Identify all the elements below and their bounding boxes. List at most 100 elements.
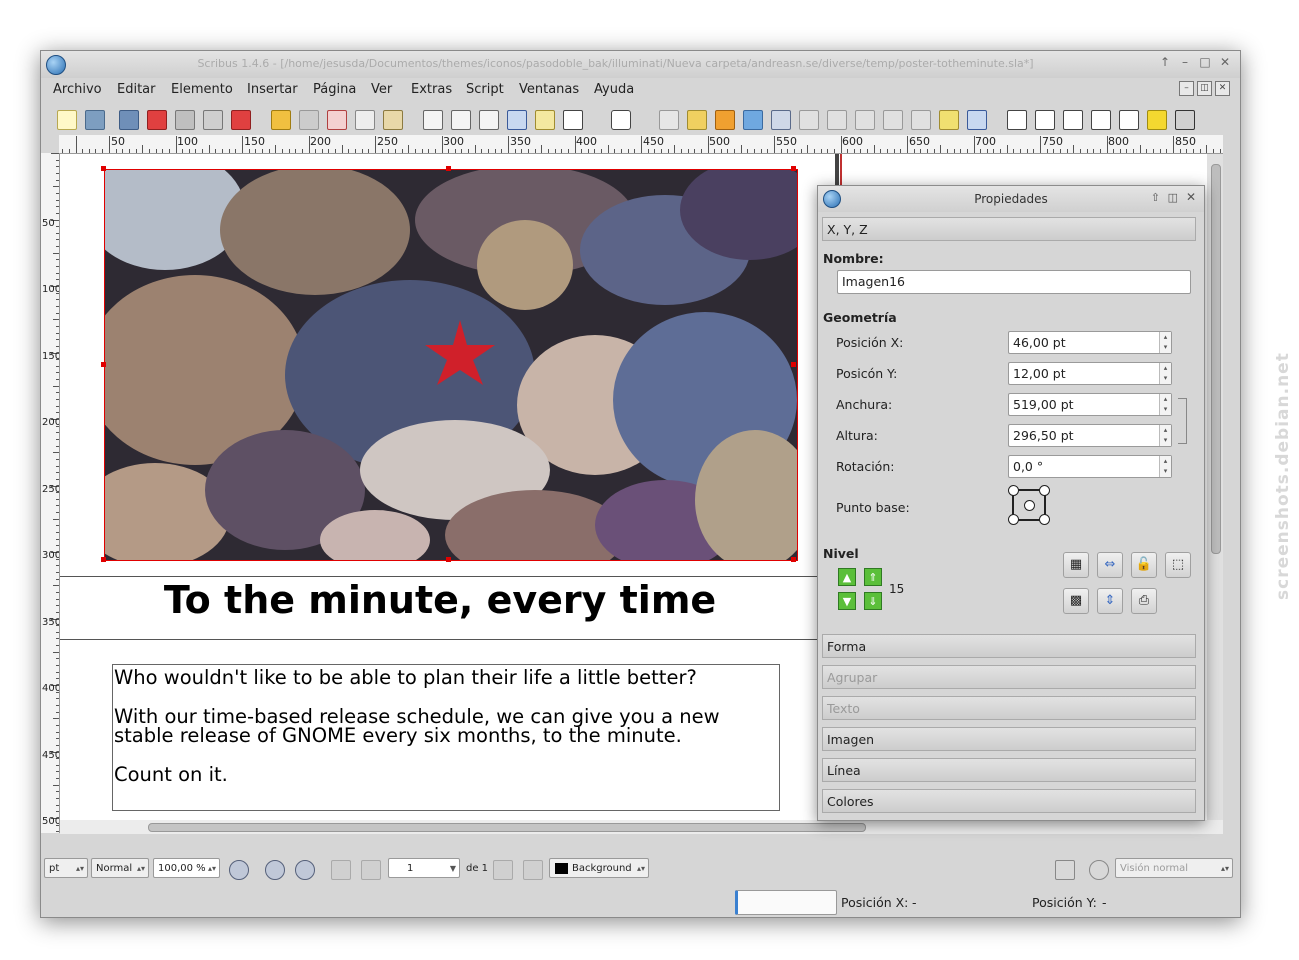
spin-arrows-icon[interactable]: ▴ ▾ [1159, 456, 1171, 477]
lower-level-icon[interactable]: ▼ [838, 592, 856, 610]
resize-handle[interactable] [791, 557, 796, 562]
flip-vertical-icon[interactable]: ⇕ [1097, 588, 1123, 614]
lock-icon[interactable]: 🔓 [1131, 552, 1157, 578]
menu-ayuda[interactable]: Ayuda [594, 82, 634, 97]
resize-handle[interactable] [446, 557, 451, 562]
section-forma[interactable]: Forma [822, 634, 1196, 658]
unlink-frames-icon[interactable] [883, 110, 903, 130]
select-tool-icon[interactable] [423, 110, 443, 130]
freehand-icon[interactable] [715, 110, 735, 130]
unit-select[interactable]: pt ▴▾ [44, 858, 88, 878]
eyedropper-icon[interactable] [967, 110, 987, 130]
horizontal-scroll-thumb[interactable] [148, 823, 866, 832]
palette-close-icon[interactable]: ✕ [1186, 190, 1196, 204]
body-text-frame[interactable]: Who wouldn't like to be able to plan the… [112, 664, 780, 811]
link-frames-icon[interactable] [855, 110, 875, 130]
measure-icon[interactable] [911, 110, 931, 130]
text-flow-contour-icon[interactable]: ▩ [1063, 588, 1089, 614]
keep-ratio-chain-icon[interactable] [1178, 398, 1187, 444]
lock-size-icon[interactable]: ⬚ [1165, 552, 1191, 578]
zoom-100-icon[interactable] [265, 860, 285, 880]
menu-pagina[interactable]: Página [313, 82, 356, 97]
menu-ventanas[interactable]: Ventanas [519, 82, 579, 97]
resize-handle[interactable] [101, 166, 106, 171]
base-point-bottom-right[interactable] [1039, 514, 1050, 525]
send-to-back-icon[interactable]: ⇓ [864, 592, 882, 610]
pdf-button-icon[interactable] [1007, 110, 1027, 130]
zoom-input[interactable]: 100,00 % ▴▾ [153, 858, 220, 878]
preview-mode-icon[interactable] [1089, 860, 1109, 880]
edit-text-icon[interactable] [827, 110, 847, 130]
base-point-selector[interactable] [1008, 485, 1050, 525]
headline-text[interactable]: To the minute, every time [60, 578, 820, 622]
zoom-in-icon[interactable] [295, 860, 315, 880]
menu-ver[interactable]: Ver [371, 82, 392, 97]
copy-properties-icon[interactable] [939, 110, 959, 130]
previous-page-icon[interactable] [361, 860, 381, 880]
tab-xyz[interactable]: X, Y, Z [822, 217, 1196, 241]
menu-extras[interactable]: Extras [411, 82, 452, 97]
text-flow-icon[interactable]: ▦ [1063, 552, 1089, 578]
pdf-listbox-icon[interactable] [1119, 110, 1139, 130]
mdi-close-button[interactable]: ✕ [1215, 81, 1230, 96]
title-bar[interactable]: Scribus 1.4.6 - [/home/jesusda/Documento… [41, 51, 1240, 78]
menu-insertar[interactable]: Insertar [247, 82, 298, 97]
last-page-icon[interactable] [523, 860, 543, 880]
base-point-center[interactable] [1024, 500, 1035, 511]
palette-float-icon[interactable]: ◫ [1168, 191, 1178, 204]
image-frame-rocks[interactable] [104, 169, 798, 561]
copy-icon[interactable] [355, 110, 375, 130]
flip-horizontal-icon[interactable]: ⇔ [1097, 552, 1123, 578]
text-frame-icon[interactable] [451, 110, 471, 130]
polygon-icon[interactable] [611, 110, 631, 130]
base-point-bottom-left[interactable] [1008, 514, 1019, 525]
pos-y-input[interactable]: 12,00 pt ▴ ▾ [1008, 362, 1172, 385]
export-pdf-icon[interactable] [231, 110, 251, 130]
first-page-icon[interactable] [331, 860, 351, 880]
spin-arrows-icon[interactable]: ▴ ▾ [1159, 425, 1171, 446]
color-management-icon[interactable] [1055, 860, 1075, 880]
menu-script[interactable]: Script [466, 82, 504, 97]
mdi-restore-button[interactable]: ◫ [1197, 81, 1212, 96]
vertical-scroll-thumb[interactable] [1211, 164, 1221, 554]
table-icon[interactable] [535, 110, 555, 130]
preview-quality-select[interactable]: Normal ▴▾ [91, 858, 149, 878]
base-point-top-left[interactable] [1008, 485, 1019, 496]
section-imagen[interactable]: Imagen [822, 727, 1196, 751]
vertical-scrollbar[interactable] [1207, 154, 1223, 834]
paste-icon[interactable] [383, 110, 403, 130]
close-window-button[interactable]: ✕ [1218, 55, 1232, 69]
height-input[interactable]: 296,50 pt ▴ ▾ [1008, 424, 1172, 447]
pos-x-input[interactable]: 46,00 pt ▴ ▾ [1008, 331, 1172, 354]
raise-level-icon[interactable]: ▲ [838, 568, 856, 586]
mdi-minimize-button[interactable]: – [1179, 81, 1194, 96]
open-document-icon[interactable] [85, 110, 105, 130]
render-frame-icon[interactable] [507, 110, 527, 130]
layer-select[interactable]: Background ▴▾ [549, 858, 649, 878]
spin-arrows-icon[interactable]: ▴ ▾ [1159, 363, 1171, 384]
new-document-icon[interactable] [57, 110, 77, 130]
shape-icon[interactable] [563, 110, 583, 130]
menu-editar[interactable]: Editar [117, 82, 156, 97]
rotate-icon[interactable] [743, 110, 763, 130]
next-page-icon[interactable] [493, 860, 513, 880]
zoom-out-icon[interactable] [229, 860, 249, 880]
zoom-icon[interactable] [771, 110, 791, 130]
vertical-ruler[interactable]: 50 100 150 200 250 300 350 400 450 500 [41, 153, 60, 833]
rotation-input[interactable]: 0,0 ° ▴ ▾ [1008, 455, 1172, 478]
view-mode-select[interactable]: Visión normal ▴▾ [1115, 858, 1233, 878]
resize-handle[interactable] [101, 362, 106, 367]
text-annotation-icon[interactable] [1147, 110, 1167, 130]
link-annotation-icon[interactable] [1175, 110, 1195, 130]
properties-title-bar[interactable]: Propiedades ⇧ ◫ ✕ [818, 186, 1204, 212]
minimize-button[interactable]: – [1178, 55, 1192, 69]
menu-elemento[interactable]: Elemento [171, 82, 233, 97]
image-frame-icon[interactable] [479, 110, 499, 130]
cut-icon[interactable] [327, 110, 347, 130]
pdf-checkbox-icon[interactable] [1063, 110, 1083, 130]
spin-arrows-icon[interactable]: ▴ ▾ [1159, 332, 1171, 353]
maximize-button[interactable]: □ [1198, 55, 1212, 69]
page-number-select[interactable]: 1 ▼ [388, 858, 460, 878]
keep-above-button[interactable]: ↑ [1158, 55, 1172, 69]
palette-shade-icon[interactable]: ⇧ [1151, 191, 1160, 204]
